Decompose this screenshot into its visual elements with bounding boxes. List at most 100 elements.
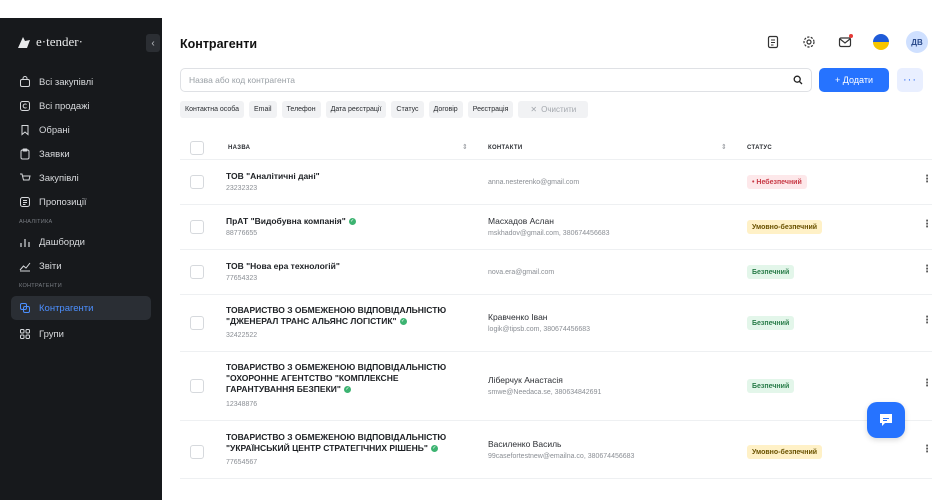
row-checkbox[interactable] [190,316,204,330]
table-row[interactable]: ТОВ "Аналітичні дані" 23232323 anna.nest… [180,160,932,205]
contractor-name[interactable]: ТОВАРИСТВО З ОБМЕЖЕНОЮ ВІДПОВІДАЛЬНІСТЮ "… [226,432,476,454]
contractor-name-line: ТОВАРИСТВО З ОБМЕЖЕНОЮ ВІДПОВІДАЛЬНІСТЮ [226,432,447,442]
search-input[interactable] [189,75,793,85]
sidebar-item-purchases[interactable]: Закупівлі [0,166,162,190]
sidebar-item-label: Дашборди [39,236,85,248]
contractor-name[interactable]: ТОВ "Нова ера технологій" [226,261,476,272]
top-strip [0,0,940,18]
column-name[interactable]: НАЗВА [228,145,250,151]
sidebar-item-reports[interactable]: Звіти [0,254,162,278]
chat-support-button[interactable] [867,402,905,438]
sort-icon[interactable]: ⇕ [721,143,727,151]
main-content: Контрагенти ДВ + Додати ··· Контактна [162,18,940,500]
contractor-name[interactable]: ТОВАРИСТВО З ОБМЕЖЕНОЮ ВІДПОВІДАЛЬНІСТЮ "… [226,305,476,327]
contractor-name[interactable]: ПрАТ "Видобувна компанія" ✓ [226,216,476,227]
sidebar-item-groups[interactable]: Групи [0,322,162,346]
sidebar-item-label: Закупівлі [39,172,79,184]
row-menu-icon[interactable]: ⋮ [922,219,932,230]
clear-label: Очистити [541,105,577,114]
clear-filters-button[interactable]: ✕ Очистити [518,101,589,118]
filter-contact-person[interactable]: Контактна особа [180,101,245,118]
sidebar-item-all-sales[interactable]: Всі продажі [0,94,162,118]
column-contacts[interactable]: КОНТАКТИ [488,145,522,151]
contact-info: anna.nesterenko@gmail.com [488,179,580,186]
contractor-code: 12348876 [226,401,258,408]
contact-info: mskhadov@gmail.com, 380674456683 [488,230,610,237]
contractor-name-line: ТОВАРИСТВО З ОБМЕЖЕНОЮ ВІДПОВІДАЛЬНІСТЮ [226,305,447,315]
sidebar-item-dashboards[interactable]: Дашборди [0,230,162,254]
contractor-code: 88776655 [226,230,258,237]
logo-icon [18,37,30,48]
row-menu-icon[interactable]: ⋮ [922,378,932,389]
contractor-name-line: ТОВАРИСТВО З ОБМЕЖЕНОЮ ВІДПОВІДАЛЬНІСТЮ [226,362,447,372]
filter-phone[interactable]: Телефон [281,101,321,118]
sidebar-item-proposals[interactable]: Пропозиції [0,190,162,214]
row-checkbox[interactable] [190,265,204,279]
sidebar: e·tender· ‹ Всі закупівлі Всі продажі Об… [0,18,162,500]
sidebar-item-applications[interactable]: Заявки [0,142,162,166]
bookmark-icon [21,125,29,136]
sidebar-item-contractors[interactable]: Контрагенти [11,296,151,320]
filter-email[interactable]: Email [249,101,277,118]
table-row[interactable]: ПрАТ "Видобувна компанія" ✓ 88776655 Масх… [180,205,932,250]
document-icon [767,35,779,49]
add-contractor-button[interactable]: + Додати [819,68,889,92]
logo-text: e·tender· [36,34,83,49]
verified-check-icon: ✓ [399,318,407,326]
filter-bar: Контактна особа Email Телефон Дата реєст… [180,101,589,118]
select-all-checkbox[interactable] [190,141,204,155]
row-menu-icon[interactable]: ⋮ [922,444,932,455]
logo[interactable]: e·tender· [16,34,83,50]
table-row[interactable]: ТОВАРИСТВО З ОБМЕЖЕНОЮ ВІДПОВІДАЛЬНІСТЮ "… [180,352,932,421]
status-badge: Безпечний [747,316,795,330]
search-icon[interactable] [793,75,803,85]
notification-dot [849,34,853,38]
line-chart-icon [19,262,31,272]
filter-registration-date[interactable]: Дата реєстрації [325,101,387,118]
verified-check-icon: ✓ [343,386,351,394]
sidebar-item-label: Пропозиції [39,196,87,208]
contractor-name[interactable]: ТОВАРИСТВО З ОБМЕЖЕНОЮ ВІДПОВІДАЛЬНІСТЮ "… [226,362,476,395]
sidebar-item-label: Звіти [39,260,62,272]
sort-icon[interactable]: ⇕ [462,143,468,151]
sidebar-item-all-purchases[interactable]: Всі закупівлі [0,70,162,94]
table-row[interactable]: ТОВАРИСТВО З ОБМЕЖЕНОЮ ВІДПОВІДАЛЬНІСТЮ "… [180,295,932,352]
header-actions: ДВ [762,31,928,53]
avatar[interactable]: ДВ [906,31,928,53]
contact-info: nova.era@gmail.com [488,269,555,276]
row-menu-icon[interactable]: ⋮ [922,315,932,326]
row-menu-icon[interactable]: ⋮ [922,264,932,275]
contact-name: Масхадов Аслан [488,216,554,226]
contractor-name-line: "ДЖЕНЕРАЛ ТРАНС АЛЬЯНС ЛОГІСТИК" [226,316,397,326]
row-menu-icon[interactable]: ⋮ [922,174,932,185]
more-actions-button[interactable]: ··· [897,68,923,92]
row-checkbox[interactable] [190,445,204,459]
bag-icon [20,76,30,87]
contractor-code: 77654323 [226,275,258,282]
contractor-name[interactable]: ТОВ "Аналітичні дані" [226,171,476,182]
contact-name: Василенко Василь [488,439,562,449]
filter-status[interactable]: Статус [391,101,424,118]
row-checkbox[interactable] [190,379,204,393]
search-box [180,68,812,92]
contact-name: Кравченко Іван [488,312,548,322]
sidebar-collapse-button[interactable]: ‹ [146,34,160,52]
row-checkbox[interactable] [190,220,204,234]
messages-button[interactable] [834,31,856,53]
filter-contract[interactable]: Договір [428,101,463,118]
status-badge: Безпечний [747,379,795,393]
sidebar-item-label: Всі закупівлі [39,76,94,88]
column-status[interactable]: СТАТУС [747,145,772,151]
table-row[interactable]: ТОВ "Нова ера технологій" 77654323 nova.… [180,250,932,295]
document-button[interactable] [762,31,784,53]
contractors-icon [20,303,30,313]
language-flag-button[interactable] [870,31,892,53]
settings-button[interactable] [798,31,820,53]
filter-registration[interactable]: Реєстрація [467,101,514,118]
row-checkbox[interactable] [190,175,204,189]
more-icon: ··· [903,74,917,86]
sales-icon [20,101,30,111]
status-badge: Умовно-безпечний [747,445,823,459]
table-row[interactable]: ТОВАРИСТВО З ОБМЕЖЕНОЮ ВІДПОВІДАЛЬНІСТЮ "… [180,421,932,479]
sidebar-item-favorites[interactable]: Обрані [0,118,162,142]
